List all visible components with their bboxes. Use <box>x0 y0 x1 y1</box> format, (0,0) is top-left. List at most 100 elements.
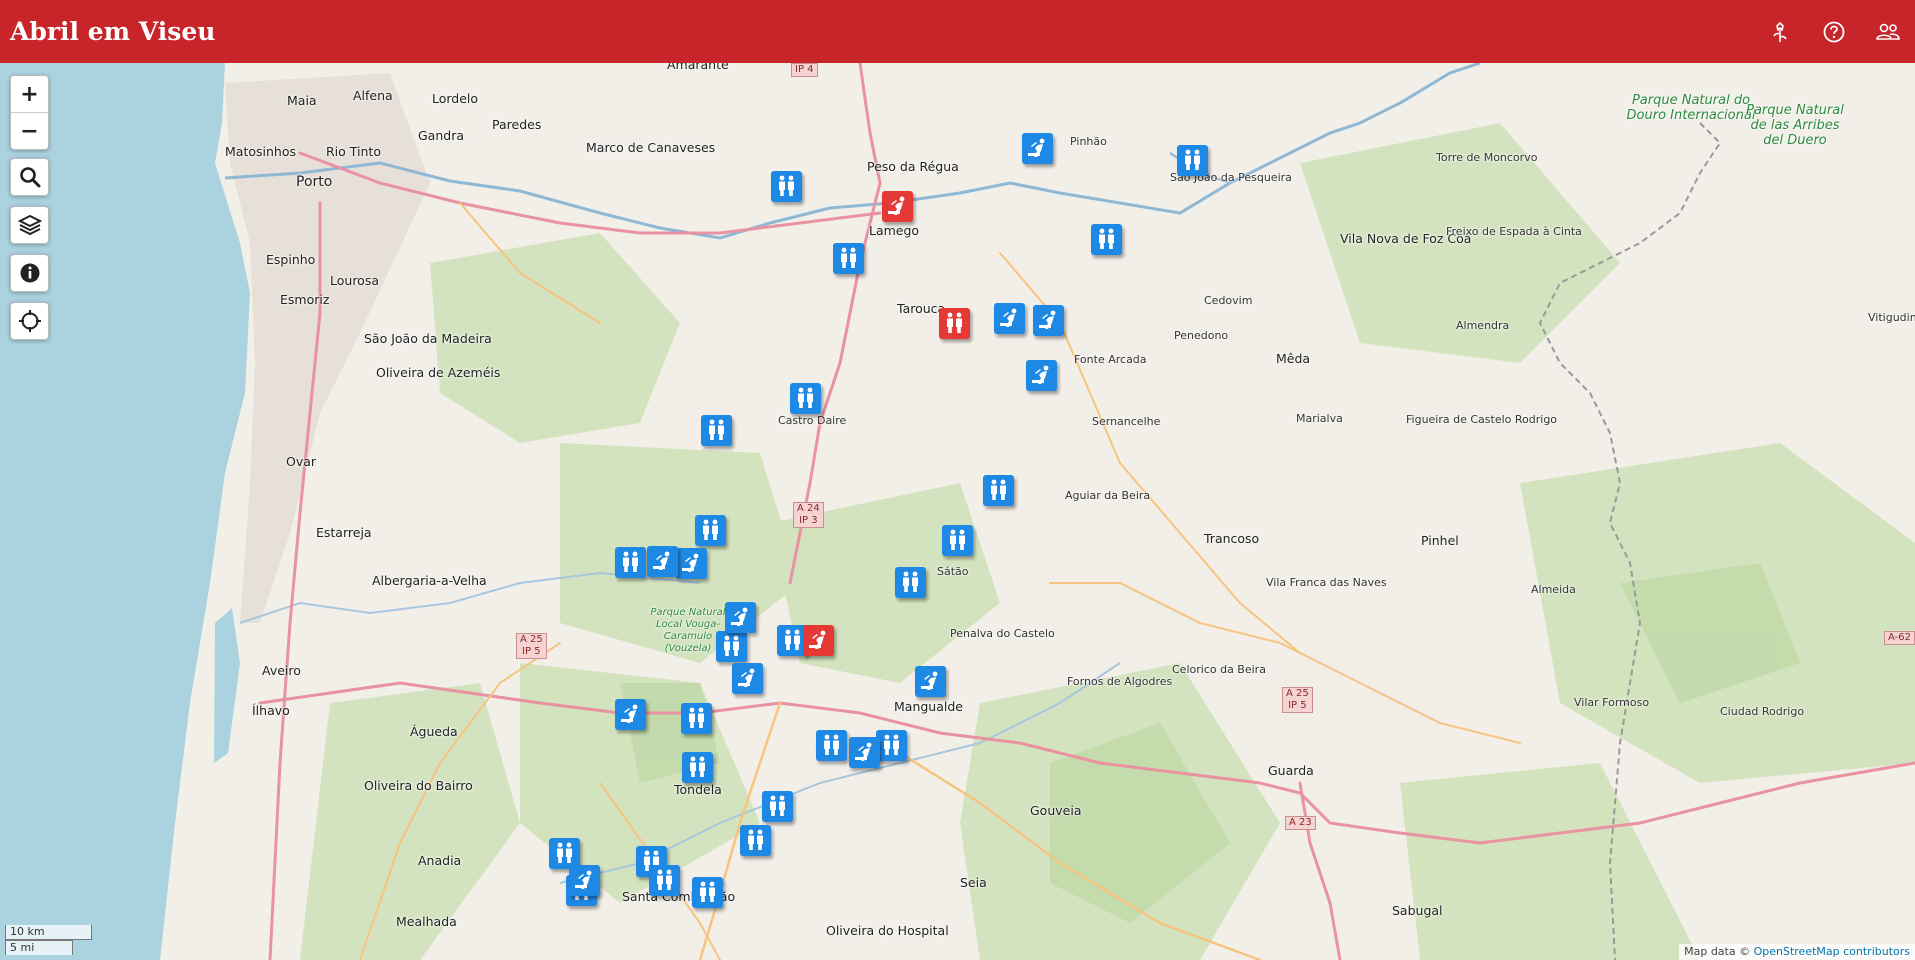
people-icon <box>748 829 763 850</box>
people-icon <box>623 551 638 572</box>
speaker-icon <box>888 196 905 215</box>
people-icon <box>824 734 839 755</box>
speech-event-marker[interactable] <box>732 663 763 694</box>
zoom-out-button[interactable]: − <box>11 112 48 149</box>
people-icon <box>724 635 739 656</box>
group-event-marker[interactable] <box>983 475 1014 506</box>
speaker-icon <box>653 551 670 570</box>
speaker-icon <box>921 671 938 690</box>
people-icon <box>841 247 856 268</box>
people-icon <box>770 795 785 816</box>
people-icon <box>884 734 899 755</box>
people-icon <box>903 571 918 592</box>
road-shield: A 25 IP 5 <box>516 633 547 659</box>
map-view[interactable]: Porto Matosinhos Maia Rio Tinto Alfena L… <box>0 63 1915 960</box>
speech-event-marker[interactable] <box>882 191 913 222</box>
speech-event-marker[interactable] <box>1022 133 1053 164</box>
speech-event-marker[interactable] <box>676 548 707 579</box>
people-icon <box>709 419 724 440</box>
group-event-marker[interactable] <box>649 865 680 896</box>
layers-button[interactable] <box>11 207 48 243</box>
road-shield: A 23 <box>1285 816 1316 830</box>
speech-event-marker[interactable] <box>1026 360 1057 391</box>
speech-event-marker[interactable] <box>615 699 646 730</box>
info-button[interactable] <box>11 255 48 291</box>
zoom-control: + − <box>10 75 49 150</box>
speaker-icon <box>1032 365 1049 384</box>
attribution-prefix: Map data © <box>1684 945 1751 958</box>
speaker-icon <box>809 630 826 649</box>
people-icon <box>700 881 715 902</box>
speaker-icon <box>1028 138 1045 157</box>
speaker-icon <box>1039 310 1056 329</box>
speech-event-marker[interactable] <box>1033 305 1064 336</box>
road-shield: A 24 IP 3 <box>793 502 824 528</box>
group-event-marker[interactable] <box>740 825 771 856</box>
people-icon[interactable] <box>1861 0 1915 63</box>
layers-icon <box>17 214 42 236</box>
speech-event-marker[interactable] <box>725 602 756 633</box>
scale-bar: 10 km 5 mi <box>5 925 92 955</box>
app-title: Abril em Viseu <box>10 17 216 46</box>
group-event-marker[interactable] <box>1177 145 1208 176</box>
people-icon <box>690 756 705 777</box>
group-event-marker[interactable] <box>701 415 732 446</box>
locate-button[interactable] <box>11 303 48 339</box>
group-event-marker[interactable] <box>716 631 747 662</box>
speech-event-marker[interactable] <box>994 303 1025 334</box>
scale-imperial: 5 mi <box>5 940 73 955</box>
speech-event-marker[interactable] <box>647 546 678 577</box>
map-attribution: Map data © OpenStreetMap contributors <box>1679 944 1915 960</box>
speaker-icon <box>731 607 748 626</box>
speaker-icon <box>682 553 699 572</box>
group-event-marker[interactable] <box>876 730 907 761</box>
search-icon <box>19 167 40 188</box>
group-event-marker[interactable] <box>692 877 723 908</box>
people-icon <box>657 869 672 890</box>
people-icon <box>779 175 794 196</box>
speech-event-marker[interactable] <box>849 737 880 768</box>
group-event-marker[interactable] <box>833 243 864 274</box>
speech-event-marker[interactable] <box>915 666 946 697</box>
top-bar: Abril em Viseu <box>0 0 1915 63</box>
help-icon[interactable] <box>1807 0 1861 63</box>
group-event-marker[interactable] <box>681 703 712 734</box>
group-event-marker[interactable] <box>939 308 970 339</box>
group-event-marker[interactable] <box>816 730 847 761</box>
people-icon <box>1185 149 1200 170</box>
people-icon <box>689 707 704 728</box>
people-icon <box>950 529 965 550</box>
app-window: Abril em Viseu Porto Matosinhos Maia Rio… <box>0 0 1915 960</box>
locate-icon <box>18 310 41 332</box>
road-shield: IP 4 <box>791 63 818 77</box>
speaker-icon <box>621 704 638 723</box>
group-event-marker[interactable] <box>790 383 821 414</box>
osm-link[interactable]: OpenStreetMap contributors <box>1754 945 1910 958</box>
group-event-marker[interactable] <box>762 791 793 822</box>
speaker-icon <box>1000 308 1017 327</box>
scale-metric: 10 km <box>5 925 92 940</box>
group-event-marker[interactable] <box>615 547 646 578</box>
people-icon <box>703 519 718 540</box>
info-icon <box>20 263 39 283</box>
info-control <box>10 254 49 292</box>
carnation-icon[interactable] <box>1753 0 1807 63</box>
speaker-icon <box>738 668 755 687</box>
speech-event-marker[interactable] <box>803 625 834 656</box>
group-event-marker[interactable] <box>695 515 726 546</box>
group-event-marker[interactable] <box>771 171 802 202</box>
locate-control <box>10 302 49 340</box>
layers-control <box>10 206 49 244</box>
zoom-in-button[interactable]: + <box>11 76 48 112</box>
group-event-marker[interactable] <box>1091 224 1122 255</box>
people-icon <box>798 387 813 408</box>
group-event-marker[interactable] <box>895 567 926 598</box>
speech-event-marker[interactable] <box>569 865 600 896</box>
group-event-marker[interactable] <box>942 525 973 556</box>
search-button[interactable] <box>11 159 48 195</box>
group-event-marker[interactable] <box>682 752 713 783</box>
people-icon <box>947 312 962 333</box>
people-icon <box>1099 228 1114 249</box>
map-tiles <box>0 63 1915 960</box>
road-shield: A-62 <box>1884 631 1915 645</box>
